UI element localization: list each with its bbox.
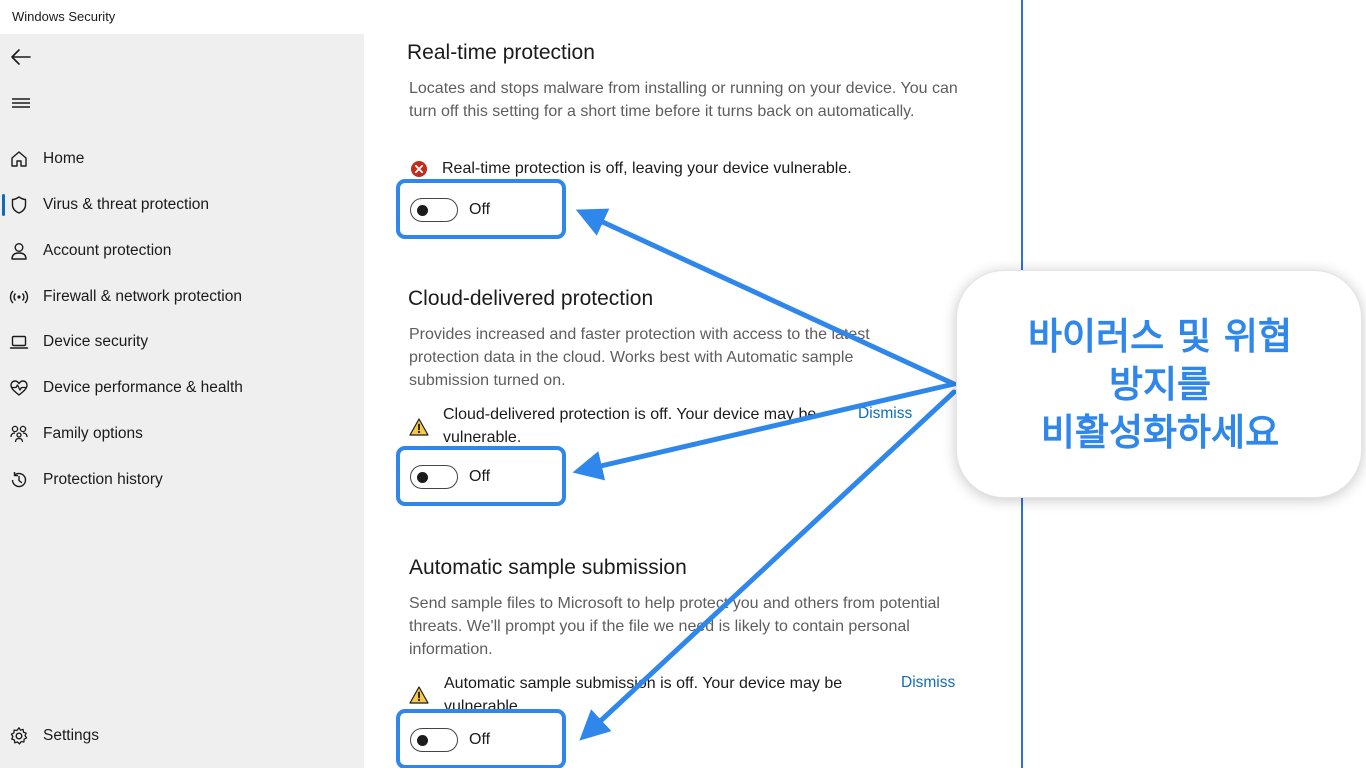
callout-text: 바이러스 및 위협 방지를 비활성화하세요 bbox=[957, 313, 1363, 457]
arrow-to-realtime-toggle bbox=[575, 208, 957, 387]
arrow-to-cloud-toggle bbox=[572, 381, 957, 481]
arrow-to-sample-toggle bbox=[579, 389, 957, 741]
callout-line: 방지를 bbox=[1108, 363, 1212, 406]
callout-line: 바이러스 및 위협 bbox=[1027, 315, 1293, 358]
annotation-callout: 바이러스 및 위협 방지를 비활성화하세요 bbox=[956, 270, 1362, 498]
callout-line: 비활성화하세요 bbox=[1040, 411, 1280, 454]
